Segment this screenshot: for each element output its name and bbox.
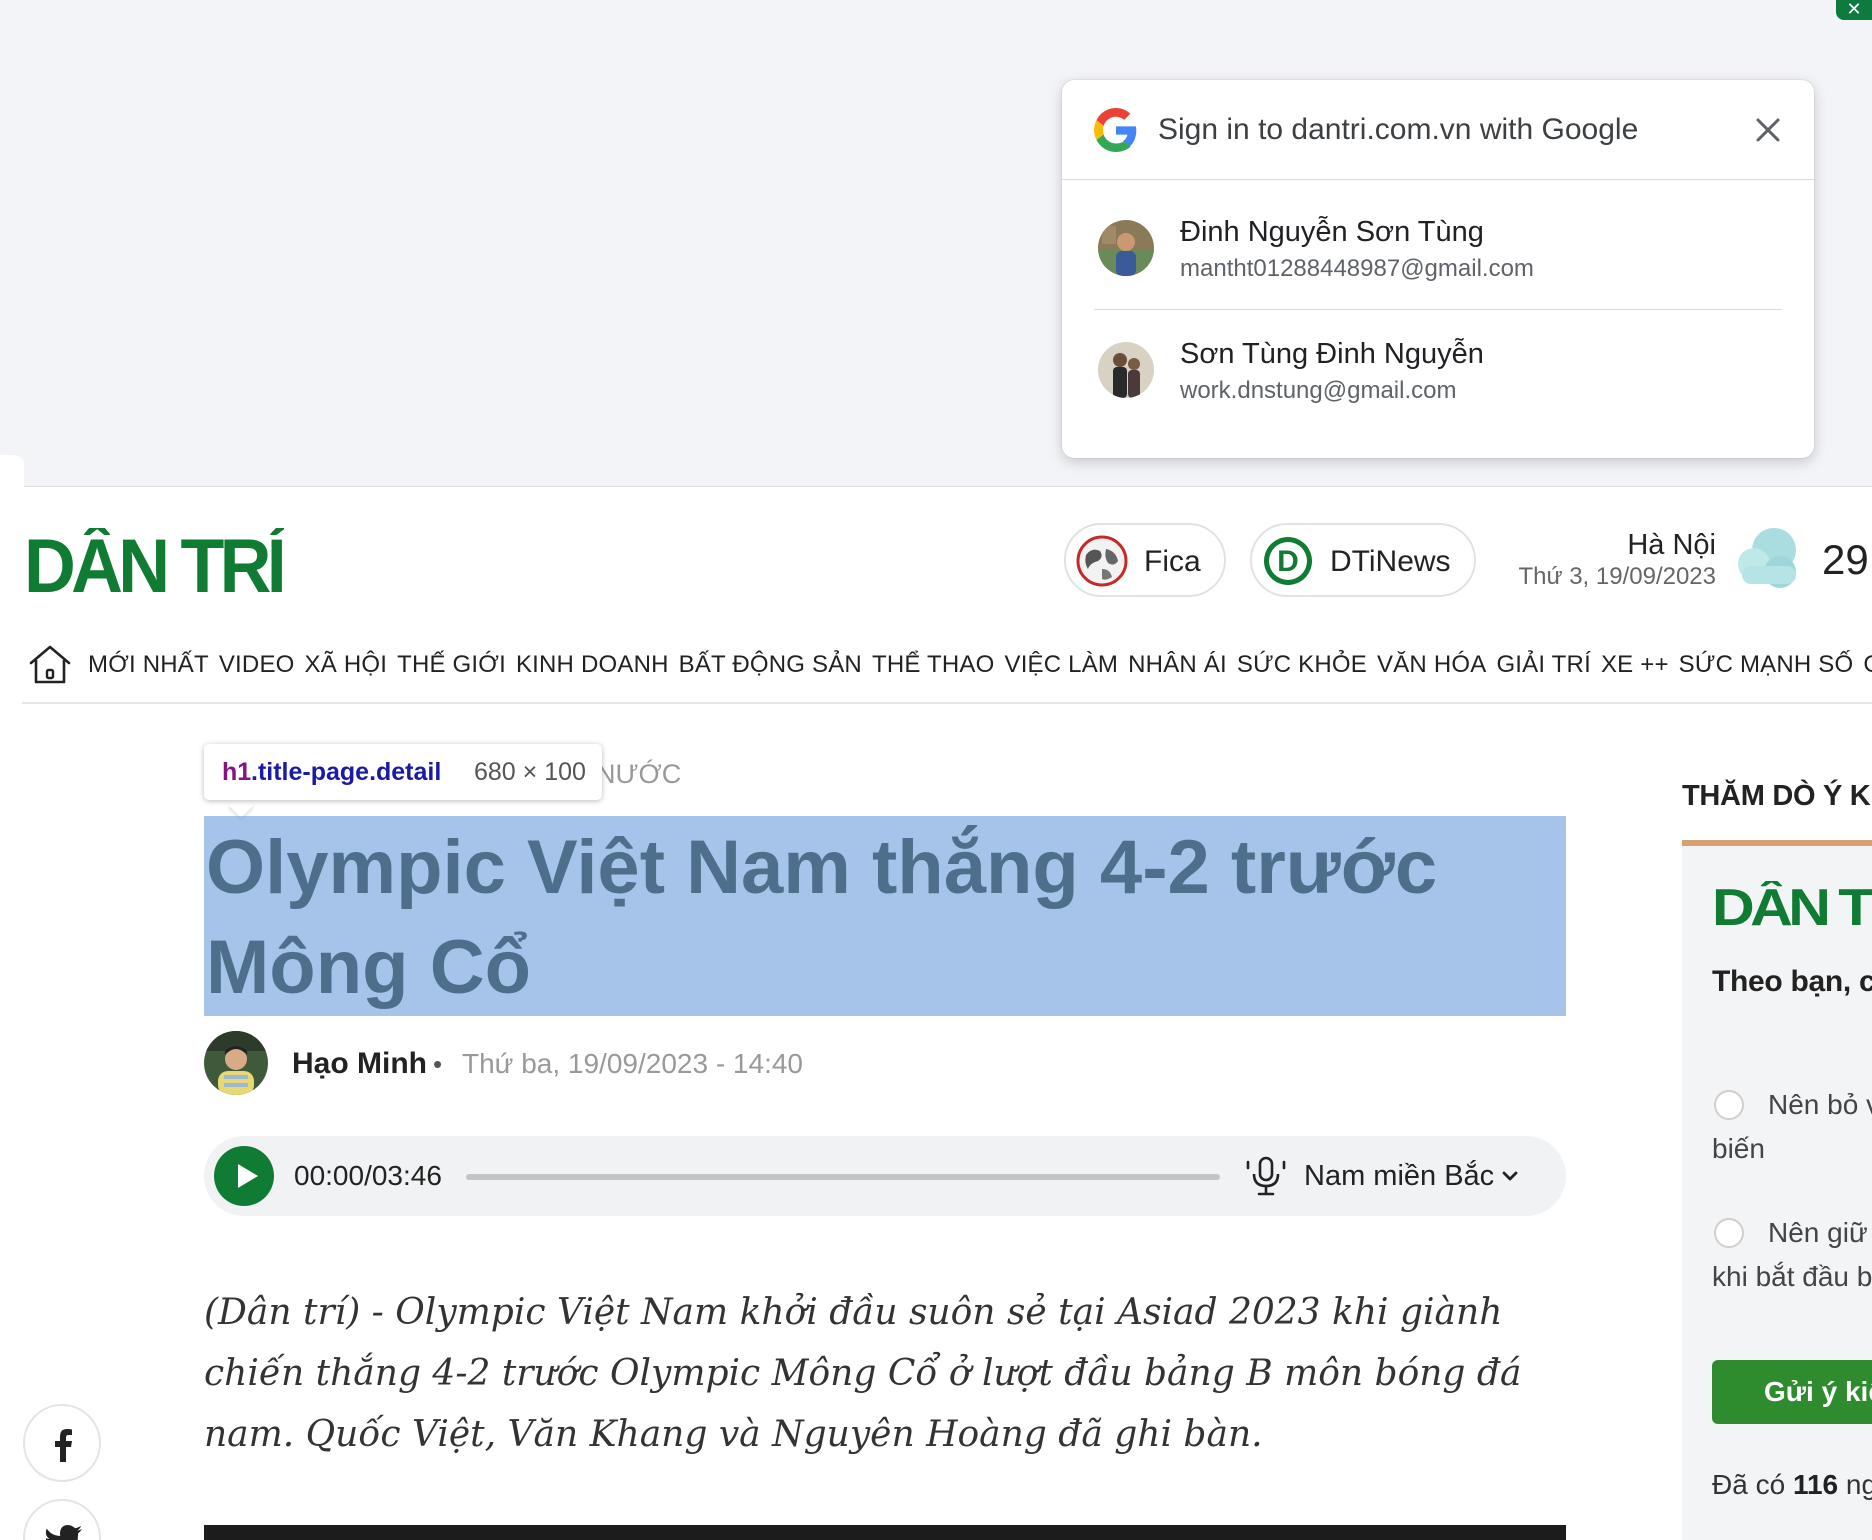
microphone-icon[interactable]: [1244, 1154, 1288, 1198]
nav-item[interactable]: GI: [1863, 650, 1872, 680]
close-icon[interactable]: [1746, 108, 1790, 152]
poll-option-label: biến: [1712, 1133, 1765, 1164]
account-email: mantht01288448987@gmail.com: [1180, 255, 1534, 282]
nav-item[interactable]: KINH DOANH: [516, 650, 669, 680]
home-icon[interactable]: [28, 642, 72, 686]
nav-item[interactable]: VIỆC LÀM: [1004, 650, 1118, 680]
account-item[interactable]: Sơn Tùng Đinh Nguyễn work.dnstung@gmail.…: [1062, 302, 1814, 424]
nav-item[interactable]: GIẢI TRÍ: [1496, 650, 1591, 680]
poll-submit-label: Gửi ý kiế: [1764, 1376, 1872, 1407]
author-avatar[interactable]: [204, 1031, 268, 1095]
dtinews-link[interactable]: D DTiNews: [1250, 523, 1476, 597]
video-player[interactable]: [204, 1525, 1566, 1540]
nav-item[interactable]: THẾ GIỚI: [397, 650, 506, 680]
nav-item[interactable]: BẤT ĐỘNG SẢN: [679, 650, 862, 680]
dtinews-logo-icon: D: [1264, 537, 1312, 585]
breadcrumb[interactable]: NƯỚC: [596, 757, 681, 791]
nav-item[interactable]: SỨC KHỎE: [1237, 650, 1367, 680]
voice-select[interactable]: Nam miền Bắc: [1304, 1159, 1494, 1193]
popup-title: Sign in to dantri.com.vn with Google: [1158, 113, 1639, 146]
facebook-icon: [55, 1429, 72, 1462]
globe-icon: [1076, 535, 1128, 587]
dantri-logo[interactable]: DÂN TRÍ: [24, 528, 284, 600]
logo-text: DÂN TRÍ: [24, 528, 284, 600]
play-button[interactable]: [214, 1146, 274, 1206]
dantri-logo: DÂN TR: [1712, 881, 1872, 929]
twitter-share-button[interactable]: [23, 1499, 101, 1540]
poll-question: Theo bạn, cá thức "kiểm t: [1712, 965, 1872, 998]
fica-label: Fica: [1144, 545, 1201, 578]
avatar: [1098, 220, 1154, 276]
dtinews-label: DTiNews: [1330, 545, 1451, 578]
poll-option-label[interactable]: Nên giữ: [1768, 1216, 1868, 1250]
poll-widget: DÂN TR Theo bạn, cá thức "kiểm t Nên bỏ …: [1682, 846, 1872, 1540]
poll-submit-button[interactable]: Gửi ý kiế: [1712, 1360, 1872, 1424]
account-name: Sơn Tùng Đinh Nguyễn: [1180, 338, 1484, 370]
play-icon: [238, 1164, 258, 1188]
google-signin-popup: Sign in to dantri.com.vn with Google Đin…: [1062, 80, 1814, 458]
main-nav: MỚI NHẤT VIDEO XÃ HỘI THẾ GIỚI KINH DOAN…: [22, 632, 1872, 704]
cloud-icon: [1738, 528, 1796, 588]
page-corner: [0, 455, 24, 487]
weather-city: Hà Nội: [1627, 529, 1716, 561]
facebook-share-button[interactable]: [23, 1404, 101, 1482]
weather-temperature: 29: [1822, 536, 1869, 583]
audio-progress-bar[interactable]: [466, 1174, 1220, 1180]
nav-item[interactable]: XÃ HỘI: [305, 650, 388, 680]
audio-time: 00:00/03:46: [294, 1160, 442, 1191]
nav-items: MỚI NHẤT VIDEO XÃ HỘI THẾ GIỚI KINH DOAN…: [88, 650, 1872, 680]
article-sapo: (Dân trí) - Olympic Việt Nam khởi đầu su…: [204, 1292, 1522, 1455]
google-logo-icon: [1094, 108, 1137, 152]
account-item[interactable]: Đinh Nguyễn Sơn Tùng mantht01288448987@g…: [1062, 180, 1814, 302]
poll-heading: THĂM DÒ Ý KI: [1682, 780, 1872, 812]
account-name: Đinh Nguyễn Sơn Tùng: [1180, 216, 1484, 248]
poll-logo-text: DÂN TR: [1712, 881, 1872, 929]
nav-item[interactable]: SỨC MẠNH SỐ: [1679, 650, 1854, 680]
poll-option-label[interactable]: Nên bỏ v: [1768, 1088, 1872, 1122]
tooltip-class: .title-page.detail: [251, 758, 442, 786]
svg-text:D: D: [1277, 545, 1299, 578]
chevron-down-icon[interactable]: [1500, 1166, 1520, 1186]
avatar: [1098, 342, 1154, 398]
nav-item[interactable]: THỂ THAO: [872, 650, 995, 680]
page-title: Olympic Việt Nam thắng 4-2 trước Mông Cổ: [206, 825, 1438, 1010]
inspector-tooltip: h1 .title-page.detail 680 × 100: [204, 744, 602, 800]
poll-vote-count: Đã có 116 ng: [1712, 1469, 1872, 1500]
popup-header: Sign in to dantri.com.vn with Google: [1062, 80, 1814, 180]
nav-item[interactable]: XE ++: [1601, 650, 1669, 680]
header-date: Thứ 3, 19/09/2023: [1518, 563, 1716, 590]
fica-link[interactable]: Fica: [1064, 523, 1226, 597]
poll-option-radio[interactable]: [1714, 1218, 1744, 1248]
account-email: work.dnstung@gmail.com: [1180, 377, 1457, 404]
publish-date: Thứ ba, 19/09/2023 - 14:40: [462, 1048, 803, 1079]
nav-item[interactable]: MỚI NHẤT: [88, 650, 209, 680]
nav-item[interactable]: VĂN HÓA: [1377, 650, 1486, 680]
author-name[interactable]: Hạo Minh: [292, 1046, 427, 1082]
tooltip-tag: h1: [222, 758, 252, 786]
audio-player: 00:00/03:46 Nam miền Bắc: [204, 1136, 1566, 1216]
poll-option-label: khi bắt đầu b: [1712, 1261, 1872, 1292]
tooltip-size: 680 × 100: [474, 758, 586, 786]
nav-item[interactable]: NHÂN ÁI: [1128, 650, 1227, 680]
poll-option-radio[interactable]: [1714, 1090, 1744, 1120]
ad-close-icon[interactable]: ✕: [1836, 0, 1872, 20]
twitter-icon: [45, 1525, 82, 1540]
nav-item[interactable]: VIDEO: [219, 650, 295, 680]
meta-separator: •: [433, 1049, 443, 1079]
